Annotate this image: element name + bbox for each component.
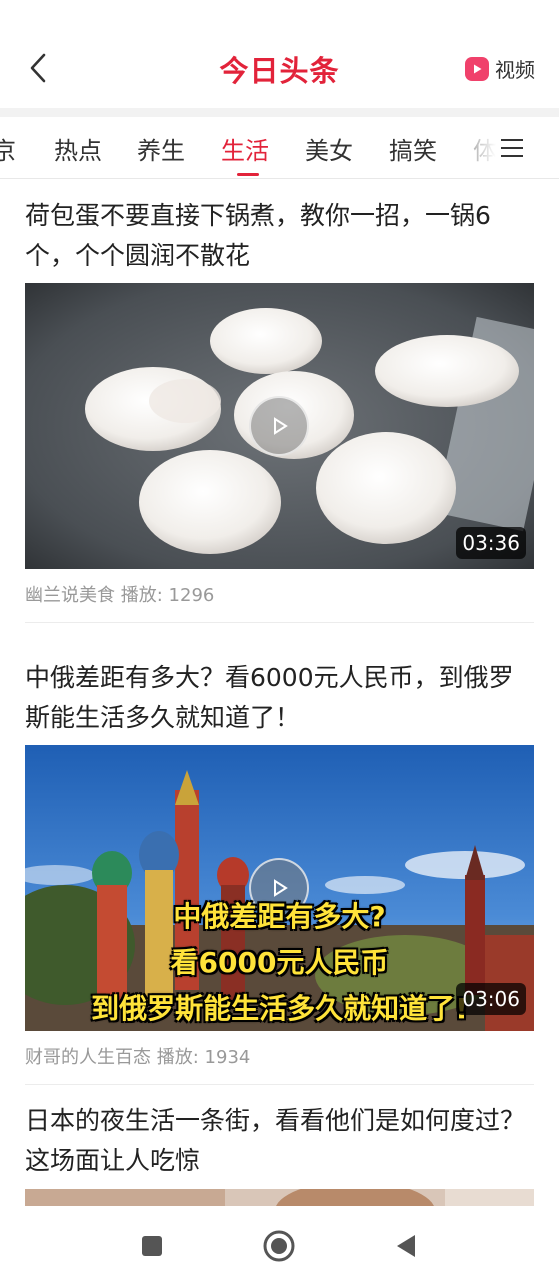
tab-jing[interactable]: 京 — [0, 131, 16, 166]
article-card[interactable]: 日本的夜生活一条街，看看他们是如何度过？这场面让人吃惊 — [25, 1101, 534, 1206]
divider — [25, 622, 534, 623]
tab-health[interactable]: 养生 — [137, 131, 185, 166]
active-tab-indicator — [237, 173, 259, 176]
author-name: 财哥的人生百态 — [25, 1047, 151, 1068]
article-title[interactable]: 荷包蛋不要直接下锅煮，教你一招，一锅6个，个个圆润不散花 — [25, 196, 534, 276]
author-name: 幽兰说美食 — [25, 585, 115, 606]
video-duration: 03:36 — [456, 527, 526, 559]
video-thumbnail[interactable]: 03:36 — [25, 283, 534, 569]
article-card[interactable]: 荷包蛋不要直接下锅煮，教你一招，一锅6个，个个圆润不散花 03:36 幽兰说美食… — [25, 196, 534, 626]
article-title[interactable]: 日本的夜生活一条街，看看他们是如何度过？这场面让人吃惊 — [25, 1101, 534, 1181]
play-count: 1296 — [168, 585, 215, 606]
video-link-label: 视频 — [495, 58, 535, 82]
header-separator — [0, 108, 559, 117]
system-navigation-bar — [0, 1206, 559, 1280]
triangle-back-icon — [397, 1235, 415, 1257]
system-back-button[interactable] — [388, 1228, 424, 1264]
video-thumbnail[interactable]: 中俄差距有多大? 看6000元人民币 到俄罗斯能生活多久就知道了! 03:06 — [25, 745, 534, 1031]
play-badge-icon — [465, 56, 489, 81]
play-count: 1934 — [204, 1047, 251, 1068]
nightlife-image — [25, 1189, 534, 1206]
video-duration: 03:06 — [456, 983, 526, 1015]
square-recent-apps-icon — [142, 1236, 162, 1256]
circle-home-icon — [263, 1230, 295, 1262]
article-card[interactable]: 中俄差距有多大？看6000元人民币，到俄罗斯能生活多久就知道了！ 中俄差距有多大… — [25, 658, 534, 1088]
video-caption-line: 中俄差距有多大? — [173, 900, 386, 933]
play-button[interactable] — [249, 396, 309, 456]
category-tabs: 京 热点 养生 生活 美女 搞笑 体 — [0, 117, 559, 179]
divider — [25, 1084, 534, 1085]
plays-label: 播放: — [120, 585, 163, 606]
plays-label: 播放: — [156, 1047, 199, 1068]
app-header: 今日头条 视频 — [0, 0, 559, 108]
tab-life[interactable]: 生活 — [221, 131, 269, 166]
tab-hot[interactable]: 热点 — [54, 131, 102, 166]
tab-beauty[interactable]: 美女 — [305, 131, 353, 166]
hamburger-menu-icon[interactable] — [501, 139, 523, 157]
video-channel-link[interactable]: 视频 — [465, 54, 535, 83]
video-caption-line: 看6000元人民币 — [170, 946, 389, 979]
article-title[interactable]: 中俄差距有多大？看6000元人民币，到俄罗斯能生活多久就知道了！ — [25, 658, 534, 738]
article-meta: 财哥的人生百态 播放: 1934 — [25, 1043, 250, 1069]
video-thumbnail[interactable] — [25, 1189, 534, 1206]
tab-funny[interactable]: 搞笑 — [389, 131, 437, 166]
article-meta: 幽兰说美食 播放: 1296 — [25, 581, 214, 607]
tab-sports[interactable]: 体 — [473, 131, 497, 166]
play-icon — [274, 417, 288, 435]
home-button[interactable] — [261, 1228, 297, 1264]
recent-apps-button[interactable] — [134, 1228, 170, 1264]
